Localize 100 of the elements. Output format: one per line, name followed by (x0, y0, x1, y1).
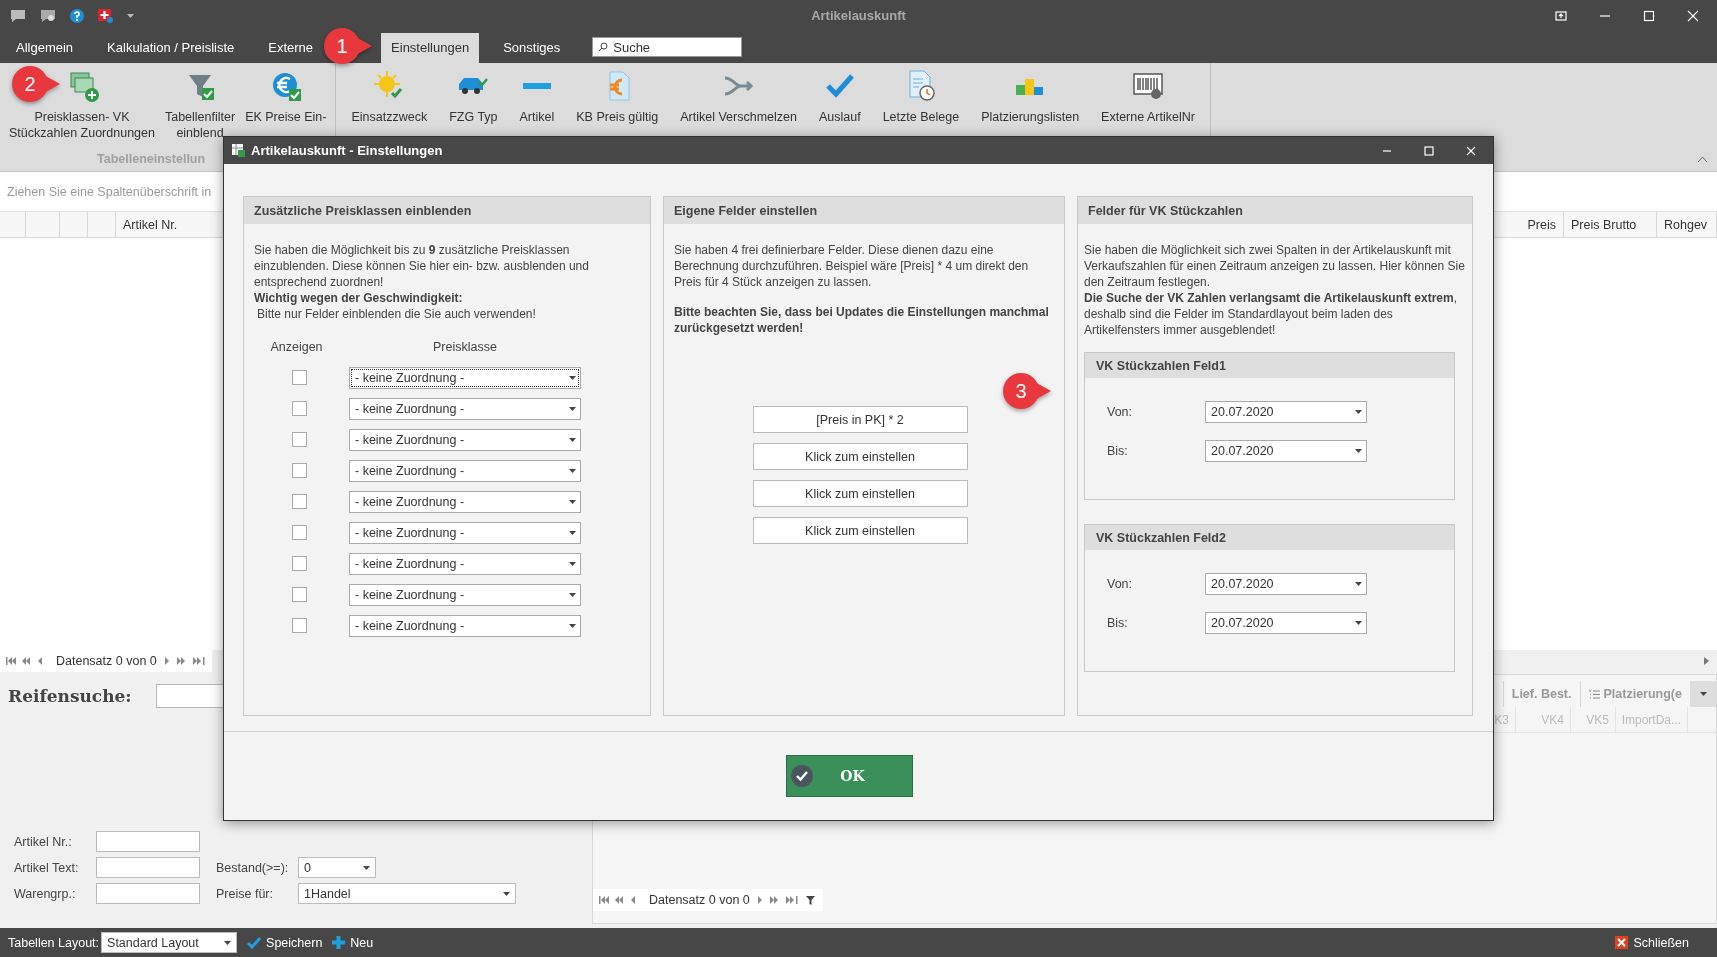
field-label: Von: (1107, 404, 1134, 419)
text-field[interactable] (96, 831, 200, 852)
close-icon[interactable] (1687, 9, 1699, 22)
ribbon-button[interactable]: Externe ArtikelNr (1101, 109, 1195, 125)
date-dropdown[interactable]: 20.07.2020 (1205, 611, 1367, 634)
ribbon-button[interactable]: Letzte Belege (882, 109, 960, 125)
formula-button[interactable]: [Preis in PK] * 2 (752, 406, 968, 433)
date-dropdown[interactable]: 20.07.2020 (1205, 400, 1367, 423)
price-class-dropdown[interactable]: - keine Zuordnung - (349, 521, 581, 544)
stock-dropdown[interactable]: 0 (298, 857, 376, 878)
price-class-dropdown[interactable]: - keine Zuordnung - (349, 614, 581, 637)
ribbon-button[interactable]: KB Preis gültig (576, 109, 659, 125)
dropdown-caret-icon (569, 468, 576, 473)
show-checkbox[interactable] (292, 370, 307, 385)
formula-button[interactable]: Klick zum einstellen (752, 517, 968, 544)
price-class-dropdown[interactable]: - keine Zuordnung - (349, 397, 581, 420)
ribbon-button[interactable]: Artikel Verschmelzen (680, 109, 797, 125)
info-text: Sie haben die Möglichkeit sich zwei Spalten in der Artikelauskunft mit Verkaufszahlen für einen Zeitraum anzeigen zu lassen. Hier können Sie den Zeitraum festlegen. (1084, 243, 1465, 289)
collapse-caret-icon[interactable] (1698, 156, 1707, 162)
menu-tab[interactable]: Einstellungen (381, 33, 480, 63)
minus-bar-icon[interactable] (522, 83, 551, 89)
menu-tab[interactable]: Externe (258, 33, 324, 63)
dropdown-caret-icon (503, 891, 510, 896)
check-circle-icon (791, 765, 813, 787)
search-field[interactable]: Suche (592, 37, 743, 57)
price-class-dropdown[interactable]: - keine Zuordnung - (349, 552, 581, 575)
dropdown-caret-icon (569, 623, 576, 628)
new-button[interactable]: Neu (332, 935, 374, 950)
panel-title: Zusätzliche Preisklassen einblenden (254, 203, 472, 218)
ribbon-group-label: Tabelleneinstellun (96, 151, 206, 168)
ribbon-button[interactable]: Artikel (519, 109, 555, 125)
field-label: Bis: (1107, 443, 1129, 458)
layout-dropdown[interactable]: Standard Layout (101, 932, 238, 953)
show-checkbox[interactable] (292, 587, 307, 602)
window-title: Artikelauskunft (811, 8, 906, 23)
price-dropdown[interactable]: 1Handel (298, 883, 516, 904)
dropdown-caret-icon (569, 561, 576, 566)
price-class-dropdown[interactable]: - keine Zuordnung - (349, 366, 581, 389)
menu-tab[interactable]: Sonstiges (493, 33, 571, 63)
dropdown-caret-icon (1355, 620, 1362, 625)
scroll-right-arrow-icon[interactable] (1704, 657, 1709, 665)
help-icon[interactable] (70, 8, 84, 23)
chat-bubble-icon[interactable] (10, 8, 26, 23)
show-checkbox[interactable] (292, 556, 307, 571)
menu-tab[interactable]: Allgemein (6, 33, 84, 63)
menu-tab[interactable]: Kalkulation / Preisliste (97, 33, 245, 63)
column-header[interactable]: Preis Brutto (1564, 212, 1657, 237)
field-label: Warengrp.: (14, 886, 77, 901)
close-icon[interactable] (1465, 144, 1477, 157)
search-icon (598, 42, 609, 52)
save-button[interactable]: Speichern (247, 935, 323, 950)
tab-menu-button[interactable] (1690, 681, 1716, 707)
maximize-icon[interactable] (1643, 9, 1655, 22)
group-by-hint: Ziehen Sie eine Spaltenüberschrift in (7, 184, 212, 199)
show-checkbox[interactable] (292, 525, 307, 540)
text-field[interactable] (96, 883, 200, 904)
price-class-dropdown[interactable]: - keine Zuordnung - (349, 583, 581, 606)
ok-button[interactable]: OK (786, 755, 913, 797)
car-check-icon[interactable] (458, 76, 489, 96)
price-class-dropdown[interactable]: - keine Zuordnung - (349, 459, 581, 482)
warning-title: Wichtig wegen der Geschwindigkeit: (254, 291, 463, 305)
show-checkbox[interactable] (292, 432, 307, 447)
dialog-title: Artikelauskunft - Einstellungen (251, 143, 443, 158)
next-last-arrows-icon[interactable] (162, 657, 207, 665)
ribbon-button[interactable]: Tabellenfilter einblend (164, 109, 236, 141)
formula-button[interactable]: Klick zum einstellen (752, 443, 968, 470)
dropdown-caret-icon (569, 437, 576, 442)
show-checkbox[interactable] (292, 401, 307, 416)
maximize-icon[interactable] (1423, 144, 1435, 157)
date-dropdown[interactable]: 20.07.2020 (1205, 572, 1367, 595)
close-button[interactable]: Schließen (1615, 935, 1689, 950)
panel-title: Eigene Felder einstellen (674, 203, 818, 218)
filter-icon[interactable] (805, 895, 815, 905)
ribbon-button[interactable]: EK Preise Ein- (245, 109, 327, 125)
next-last-arrows-icon[interactable] (755, 896, 800, 904)
price-class-dropdown[interactable]: - keine Zuordnung - (349, 428, 581, 451)
ribbon-button[interactable]: Auslauf (818, 109, 861, 125)
close-icon (1615, 936, 1629, 949)
checkmark-icon (247, 936, 262, 949)
column-label: Anzeigen (270, 340, 323, 354)
restore-panel-icon[interactable] (1555, 9, 1567, 22)
ribbon-button[interactable]: Platzierungslisten (981, 109, 1080, 125)
text-field[interactable] (96, 857, 200, 878)
formula-button[interactable]: Klick zum einstellen (752, 480, 968, 507)
ribbon-button[interactable]: Preisklassen- VK Stückzahlen Zuordnungen (9, 109, 155, 141)
info-text: Sie haben 4 frei definierbare Felder. Diese dienen dazu eine Berechnung durchzuführen. Beispiel wäre [Preis] * 4 um direkt den Preis für 4 Stück anzeigen zu lassen. (674, 243, 1029, 289)
panel-title: Felder für VK Stückzahlen (1088, 203, 1243, 218)
show-checkbox[interactable] (292, 463, 307, 478)
column-header[interactable]: Rohgev (1657, 212, 1717, 237)
group-title: VK Stückzahlen Feld1 (1096, 358, 1226, 373)
show-checkbox[interactable] (292, 494, 307, 509)
ribbon-button[interactable]: FZG Typ (449, 109, 498, 125)
column-header[interactable]: Preis (1504, 212, 1564, 237)
ribbon-button[interactable]: Einsatzzweck (351, 109, 428, 125)
dropdown-caret-icon (1699, 692, 1707, 696)
price-class-dropdown[interactable]: - keine Zuordnung - (349, 490, 581, 513)
show-checkbox[interactable] (292, 618, 307, 633)
swiss-flag-icon[interactable] (98, 8, 113, 23)
field-label: Preise für: (216, 886, 274, 901)
date-dropdown[interactable]: 20.07.2020 (1205, 439, 1367, 462)
